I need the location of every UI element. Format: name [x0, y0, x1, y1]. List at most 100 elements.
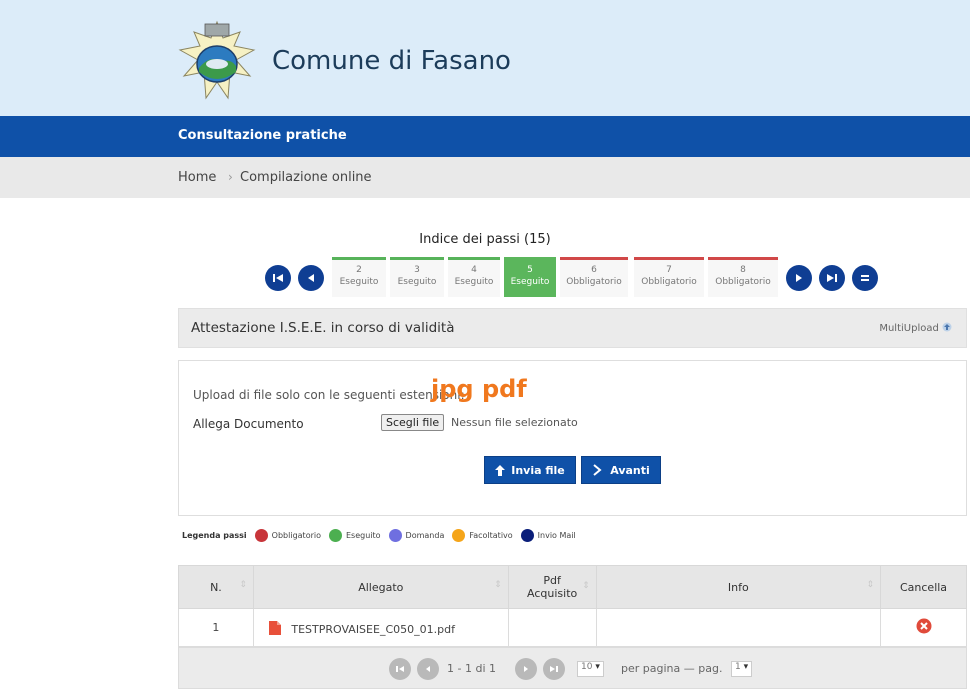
document-panel-header: Attestazione I.S.E.E. in corso di validi… — [178, 308, 967, 348]
upload-instructions: Upload di file solo con le seguenti este… — [193, 388, 465, 402]
step-number: 8 — [740, 265, 746, 275]
delete-icon[interactable] — [916, 618, 932, 634]
chevron-right-icon — [593, 464, 602, 476]
last-step-button[interactable] — [819, 265, 845, 291]
breadcrumb-current: Compilazione online — [240, 170, 372, 185]
table-pager: 1 - 1 di 1 10 ▾ per pagina — pag. 1 ▾ — [178, 647, 967, 689]
step-label: Eseguito — [510, 277, 550, 287]
cell-cancella — [880, 608, 967, 647]
steps-legend: Legenda passi Obbligatorio Eseguito Doma… — [182, 529, 576, 542]
step-4[interactable]: 4 Eseguito — [448, 257, 500, 297]
first-page-button[interactable] — [389, 658, 411, 680]
legend-label: Domanda — [405, 531, 445, 540]
header-label: N. — [210, 580, 222, 594]
pdf-file-icon — [268, 620, 281, 635]
step-number: 2 — [356, 265, 362, 275]
arrow-right-icon — [524, 666, 528, 672]
cell-pdf — [507, 608, 597, 647]
legend-dot-question — [388, 529, 402, 542]
step-bar: 2 Eseguito 3 Eseguito 4 Eseguito 5 Esegu… — [0, 257, 970, 301]
last-page-button[interactable] — [543, 658, 565, 680]
chevron-down-icon: ▾ — [743, 662, 749, 672]
cell-n: 1 — [178, 608, 254, 647]
step-3[interactable]: 3 Eseguito — [390, 257, 444, 297]
breadcrumb: Home › Compilazione online — [0, 157, 970, 198]
cell-allegato: TESTPROVAISEE_C050_01.pdf — [252, 608, 509, 647]
page-select[interactable]: 1 ▾ — [731, 661, 753, 677]
step-label: Obbligatorio — [566, 277, 622, 287]
cell-info — [595, 608, 882, 647]
column-header-info[interactable]: Info ⇕ — [595, 565, 882, 609]
step-label: Obbligatorio — [641, 277, 697, 287]
first-step-button[interactable] — [265, 265, 291, 291]
sort-icon: ⇕ — [494, 580, 502, 590]
legend-label: Invio Mail — [537, 531, 576, 540]
site-header: Comune di Fasano — [0, 0, 970, 116]
column-header-allegato[interactable]: Allegato ⇕ — [252, 565, 509, 609]
legend-dot-optional — [452, 529, 466, 542]
municipality-crest-icon — [178, 20, 256, 100]
column-header-pdf[interactable]: Pdf Acquisito ⇕ — [507, 565, 597, 609]
step-label: Eseguito — [397, 277, 437, 287]
prev-page-button[interactable] — [417, 658, 439, 680]
attachments-table: N. ⇕ Allegato ⇕ Pdf Acquisito ⇕ Info ⇕ Cance… — [178, 565, 967, 647]
next-button[interactable]: Avanti — [581, 456, 661, 484]
step-2[interactable]: 2 Eseguito — [332, 257, 386, 297]
header-label: Pdf Acquisito — [527, 574, 578, 600]
legend-label: Obbligatorio — [271, 531, 321, 540]
skip-back-icon — [273, 274, 283, 282]
step-7[interactable]: 7 Obbligatorio — [634, 257, 704, 297]
prev-step-button[interactable] — [298, 265, 324, 291]
arrow-up-icon — [495, 464, 506, 476]
step-number: 5 — [527, 265, 533, 275]
document-title: Attestazione I.S.E.E. in corso di validi… — [191, 320, 455, 336]
step-number: 7 — [666, 265, 672, 275]
legend-label: Facoltativo — [469, 531, 513, 540]
next-page-button[interactable] — [515, 658, 537, 680]
step-label: Obbligatorio — [715, 277, 771, 287]
send-file-label: Invia file — [511, 463, 565, 477]
step-6[interactable]: 6 Obbligatorio — [560, 257, 628, 297]
page-range: 1 - 1 di 1 — [447, 662, 496, 675]
section-title[interactable]: Consultazione pratiche — [178, 128, 347, 143]
step-number: 4 — [471, 265, 477, 275]
legend-label: Eseguito — [346, 531, 381, 540]
table-row: 1 TESTPROVAISEE_C050_01.pdf — [178, 608, 967, 647]
legend-dot-done — [329, 529, 342, 542]
menu-icon — [861, 275, 869, 281]
sort-icon: ⇕ — [239, 580, 247, 590]
step-label: Eseguito — [454, 277, 494, 287]
steps-list-button[interactable] — [852, 265, 878, 291]
per-page-label: per pagina — pag. — [621, 662, 723, 675]
step-number: 6 — [591, 265, 597, 275]
multiupload-link[interactable]: MultiUpload — [879, 322, 952, 334]
step-8[interactable]: 8 Obbligatorio — [708, 257, 778, 297]
steps-title: Indice dei passi (15) — [419, 232, 551, 247]
choose-file-button[interactable]: Scegli file — [381, 414, 445, 431]
step-number: 3 — [414, 265, 420, 275]
skip-back-icon — [396, 666, 404, 672]
per-page-value: 10 — [581, 662, 593, 672]
skip-forward-icon — [550, 666, 558, 672]
upload-icon — [942, 322, 952, 332]
next-step-button[interactable] — [786, 265, 812, 291]
column-header-n[interactable]: N. ⇕ — [178, 565, 254, 609]
legend-dot-required — [254, 529, 268, 542]
arrow-left-icon — [426, 666, 430, 672]
column-header-cancella[interactable]: Cancella — [880, 565, 967, 609]
attachment-link[interactable]: TESTPROVAISEE_C050_01.pdf — [291, 623, 455, 636]
sort-icon: ⇕ — [866, 580, 875, 590]
allowed-extensions: jpg pdf — [431, 375, 527, 403]
section-bar: Consultazione pratiche — [0, 116, 970, 157]
step-label: Eseguito — [339, 277, 379, 287]
send-file-button[interactable]: Invia file — [484, 456, 576, 484]
header-label: Info — [727, 580, 749, 594]
page-value: 1 — [735, 662, 741, 672]
header-label: Allegato — [358, 580, 404, 594]
per-page-select[interactable]: 10 ▾ — [577, 661, 604, 677]
upload-panel: Upload di file solo con le seguenti este… — [178, 360, 967, 516]
step-5[interactable]: 5 Eseguito — [504, 257, 556, 297]
breadcrumb-home[interactable]: Home — [178, 170, 216, 185]
arrow-left-icon — [308, 274, 314, 282]
no-file-selected-text: Nessun file selezionato — [451, 416, 578, 429]
